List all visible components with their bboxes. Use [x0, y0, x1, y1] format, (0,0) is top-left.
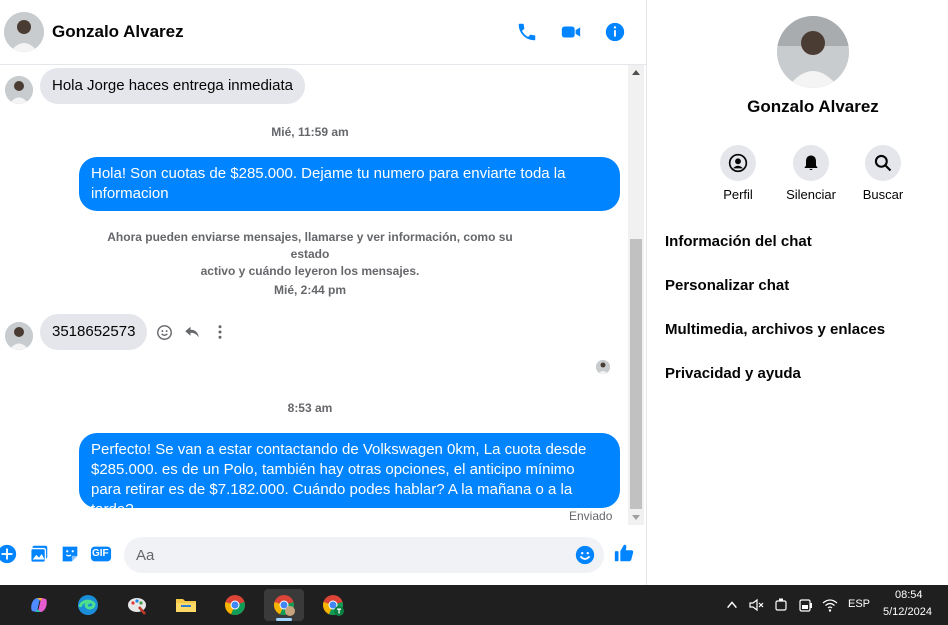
system-message-line: Ahora pueden enviarse mensajes, llamarse…: [107, 230, 513, 261]
plus-icon[interactable]: [0, 543, 18, 565]
info-icon[interactable]: [603, 20, 627, 44]
composer: GIF Aa: [0, 531, 646, 579]
outgoing-message[interactable]: Perfecto! Se van a estar contactando de …: [79, 433, 620, 518]
scroll-up-arrow[interactable]: [632, 70, 640, 75]
chrome-icon[interactable]: [215, 589, 255, 621]
windows-taskbar: ESP 08:54 5/12/2024: [0, 585, 948, 625]
thumbs-up-icon[interactable]: [613, 542, 635, 564]
sticker-icon[interactable]: [59, 543, 81, 565]
contact-avatar[interactable]: [4, 12, 44, 52]
clock-time[interactable]: 08:54: [895, 589, 923, 601]
photo-icon[interactable]: [28, 543, 50, 565]
timestamp: 8:53 am: [287, 401, 333, 415]
contact-name[interactable]: Gonzalo Alvarez: [52, 22, 184, 42]
message-actions: [155, 323, 229, 341]
battery-icon[interactable]: [798, 597, 814, 613]
mute-action-label: Silenciar: [786, 187, 836, 202]
smiley-icon[interactable]: [155, 323, 173, 341]
chat-pane: Gonzalo Alvarez Hola Jorge haces entrega…: [0, 0, 647, 585]
menu-chat-info[interactable]: Información del chat: [665, 233, 812, 250]
timestamp: Mié, 2:44 pm: [273, 283, 347, 297]
menu-media-files-links[interactable]: Multimedia, archivos y enlaces: [665, 321, 885, 338]
chat-header: Gonzalo Alvarez: [0, 0, 646, 65]
message-input[interactable]: Aa: [124, 537, 604, 573]
bell-icon[interactable]: [793, 145, 829, 181]
system-message-line: activo y cuándo leyeron los mensajes.: [200, 264, 420, 278]
messenger-app: Gonzalo Alvarez Hola Jorge haces entrega…: [0, 0, 948, 585]
message-status: Enviado: [569, 509, 613, 523]
phone-icon[interactable]: [515, 20, 539, 44]
wifi-icon[interactable]: [822, 597, 838, 613]
paint-icon[interactable]: [117, 589, 157, 621]
message-input-placeholder: Aa: [136, 546, 155, 564]
menu-customize-chat[interactable]: Personalizar chat: [665, 277, 789, 294]
search-icon[interactable]: [865, 145, 901, 181]
chrome-profile-t-icon[interactable]: [313, 589, 353, 621]
profile-avatar[interactable]: [777, 16, 849, 88]
emoji-icon[interactable]: [574, 544, 596, 566]
profile-name: Gonzalo Alvarez: [747, 97, 879, 116]
reply-icon[interactable]: [183, 323, 201, 341]
system-message: Ahora pueden enviarse mensajes, llamarse…: [90, 229, 530, 280]
speaker-muted-icon[interactable]: [748, 597, 764, 613]
incoming-message[interactable]: Hola Jorge haces entrega inmediata: [40, 68, 305, 104]
copilot-icon[interactable]: [19, 589, 59, 621]
language-indicator[interactable]: ESP: [848, 598, 870, 610]
scrollbar[interactable]: [628, 65, 644, 525]
chevron-up-icon[interactable]: [724, 597, 740, 613]
gif-label: GIF: [92, 548, 109, 559]
video-icon[interactable]: [559, 20, 583, 44]
edge-icon[interactable]: [68, 589, 108, 621]
gif-icon[interactable]: GIF: [90, 543, 112, 565]
more-options-icon[interactable]: [211, 323, 229, 341]
sender-avatar: [5, 322, 33, 350]
message-list[interactable]: Hola Jorge haces entrega inmediata Mié, …: [0, 65, 628, 525]
profile-icon[interactable]: [720, 145, 756, 181]
outgoing-message[interactable]: Hola! Son cuotas de $285.000. Dejame tu …: [79, 157, 620, 211]
file-explorer-icon[interactable]: [166, 589, 206, 621]
mute-action[interactable]: Silenciar: [776, 145, 846, 202]
chat-info-panel: Gonzalo Alvarez Perfil Silenciar Buscar …: [648, 0, 948, 585]
search-action-label: Buscar: [862, 187, 904, 202]
profile-action[interactable]: Perfil: [703, 145, 773, 202]
clock-date[interactable]: 5/12/2024: [883, 606, 932, 618]
seen-indicator-avatar: [596, 360, 610, 374]
menu-privacy-help[interactable]: Privacidad y ayuda: [665, 365, 801, 382]
incoming-message[interactable]: 3518652573: [40, 314, 148, 350]
scroll-down-arrow[interactable]: [632, 515, 640, 520]
timestamp: Mié, 11:59 am: [271, 125, 349, 139]
chrome-profile-icon[interactable]: [264, 589, 304, 621]
scroll-thumb[interactable]: [630, 239, 642, 509]
sender-avatar: [5, 76, 33, 104]
device-icon[interactable]: [773, 597, 789, 613]
search-action[interactable]: Buscar: [848, 145, 918, 202]
profile-action-label: Perfil: [723, 187, 753, 202]
